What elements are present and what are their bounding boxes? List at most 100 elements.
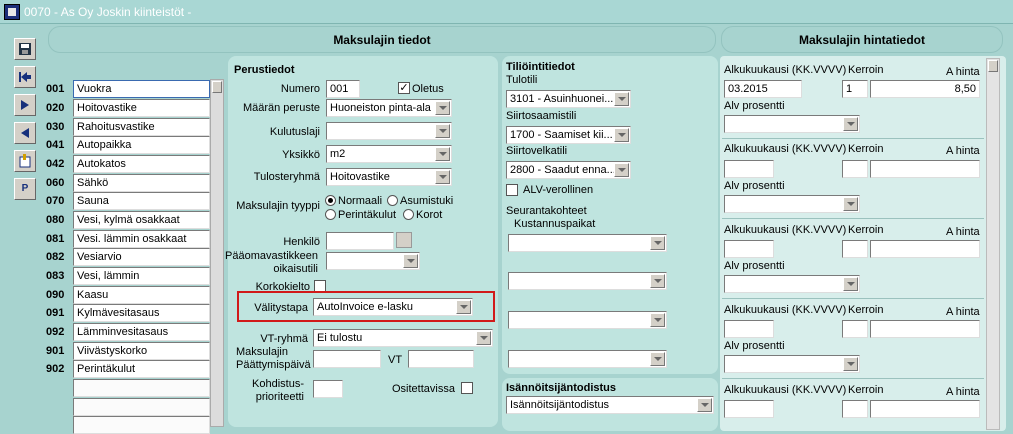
- seuranta-select-2[interactable]: [508, 272, 667, 290]
- scroll-up-icon[interactable]: [988, 60, 998, 72]
- list-item-empty[interactable]: [73, 398, 210, 416]
- kerroin-input[interactable]: [842, 320, 868, 338]
- list-item-empty[interactable]: [73, 379, 210, 397]
- list-code: 902: [46, 363, 65, 375]
- chevron-down-icon[interactable]: [403, 254, 418, 268]
- chevron-down-icon[interactable]: [843, 357, 858, 371]
- chevron-down-icon[interactable]: [476, 331, 491, 345]
- list-item[interactable]: Hoitovastike: [73, 99, 210, 117]
- list-item[interactable]: Sauna: [73, 192, 210, 210]
- p-button[interactable]: P: [14, 178, 36, 200]
- kerroin-input[interactable]: [842, 240, 868, 258]
- chevron-down-icon[interactable]: [697, 398, 712, 412]
- oletus-checkbox[interactable]: ✓: [398, 82, 410, 94]
- alv-prosentti-select[interactable]: [724, 195, 860, 213]
- alv-prosentti-select[interactable]: [724, 275, 860, 293]
- ahinta-input[interactable]: [870, 160, 980, 178]
- tulosteryhma-select[interactable]: Hoitovastike: [326, 168, 452, 186]
- paaoma-label-2: oikaisutili: [273, 263, 318, 275]
- ahinta-input[interactable]: 8,50: [870, 80, 980, 98]
- chevron-down-icon[interactable]: [650, 274, 665, 288]
- kerroin-input[interactable]: [842, 400, 868, 418]
- alv-prosentti-select[interactable]: [724, 115, 860, 133]
- radio-normaali-label: Normaali: [338, 195, 383, 207]
- maaran-peruste-label: Määrän peruste: [242, 102, 320, 114]
- list-item[interactable]: Lämminvesitasaus: [73, 323, 210, 341]
- alku-input[interactable]: [724, 400, 774, 418]
- radio-korot[interactable]: [403, 209, 414, 220]
- ositettavissa-checkbox[interactable]: [461, 382, 473, 394]
- chevron-down-icon[interactable]: [843, 117, 858, 131]
- henkilo-lookup-icon[interactable]: [396, 232, 412, 248]
- yksikko-select[interactable]: m2: [326, 145, 452, 163]
- radio-normaali[interactable]: [325, 195, 336, 206]
- seuranta-select-1[interactable]: [508, 234, 667, 252]
- list-item[interactable]: Viivästyskorko: [73, 342, 210, 360]
- chevron-down-icon[interactable]: [650, 352, 665, 366]
- tulotili-select[interactable]: 3101 - Asuinhuonei...: [506, 90, 631, 108]
- chevron-down-icon[interactable]: [614, 92, 629, 106]
- alv-checkbox[interactable]: [506, 184, 518, 196]
- numero-input[interactable]: 001: [326, 80, 360, 98]
- list-item[interactable]: Kylmävesitasaus: [73, 304, 210, 322]
- list-item-empty[interactable]: [73, 416, 210, 434]
- list-item[interactable]: Perintäkulut: [73, 360, 210, 378]
- henkilo-input[interactable]: [326, 232, 394, 250]
- alku-input[interactable]: [724, 240, 774, 258]
- list-item[interactable]: Vesi, kylmä osakkaat: [73, 211, 210, 229]
- radio-perintakulut[interactable]: [325, 209, 336, 220]
- alku-input[interactable]: [724, 320, 774, 338]
- kerroin-input[interactable]: [842, 160, 868, 178]
- siirtosaamistili-label: Siirtosaamistili: [506, 110, 577, 122]
- ahinta-input[interactable]: [870, 320, 980, 338]
- ahinta-input[interactable]: [870, 400, 980, 418]
- certificate-select[interactable]: Isännöitsijäntodistus: [506, 396, 714, 414]
- alv-prosentti-select[interactable]: [724, 355, 860, 373]
- scroll-up-icon[interactable]: [212, 81, 222, 93]
- chevron-down-icon[interactable]: [435, 170, 450, 184]
- paaoma-select[interactable]: [326, 252, 420, 270]
- list-item[interactable]: Vesi, lämmin: [73, 267, 210, 285]
- kulutuslaji-select[interactable]: [326, 122, 452, 140]
- list-item[interactable]: Vesi. lämmin osakkaat: [73, 230, 210, 248]
- chevron-down-icon[interactable]: [456, 300, 471, 314]
- chevron-down-icon[interactable]: [435, 101, 450, 115]
- radio-asumistuki[interactable]: [387, 195, 398, 206]
- maaran-peruste-select[interactable]: Huoneiston pinta-ala: [326, 99, 452, 117]
- save-icon[interactable]: [14, 38, 36, 60]
- first-record-icon[interactable]: [14, 66, 36, 88]
- chevron-down-icon[interactable]: [650, 236, 665, 250]
- list-item[interactable]: Rahoitusvastike: [73, 118, 210, 136]
- list-item[interactable]: Autokatos: [73, 155, 210, 173]
- kohdistus-input[interactable]: [313, 380, 343, 398]
- previous-record-icon[interactable]: [14, 122, 36, 144]
- chevron-down-icon[interactable]: [435, 124, 450, 138]
- chevron-down-icon[interactable]: [614, 163, 629, 177]
- price-scrollbar[interactable]: [986, 58, 1000, 430]
- list-item[interactable]: Vesiarvio: [73, 248, 210, 266]
- paattymispaiva-input[interactable]: [313, 350, 381, 368]
- valitystapa-select[interactable]: AutoInvoice e-lasku: [313, 298, 473, 316]
- maksulajin-tyyppi-label: Maksulajin tyyppi: [236, 200, 320, 212]
- list-item[interactable]: Autopaikka: [73, 136, 210, 154]
- list-item[interactable]: Vuokra: [73, 80, 210, 98]
- new-record-icon[interactable]: [14, 150, 36, 172]
- ahinta-input[interactable]: [870, 240, 980, 258]
- chevron-down-icon[interactable]: [614, 128, 629, 142]
- seuranta-select-4[interactable]: [508, 350, 667, 368]
- kerroin-input[interactable]: 1: [842, 80, 868, 98]
- chevron-down-icon[interactable]: [435, 147, 450, 161]
- chevron-down-icon[interactable]: [843, 197, 858, 211]
- vt-ryhma-select[interactable]: Ei tulostu: [313, 329, 493, 347]
- alku-input[interactable]: [724, 160, 774, 178]
- siirtovelkatili-select[interactable]: 2800 - Saadut enna...: [506, 161, 631, 179]
- alku-input[interactable]: 03.2015: [724, 80, 802, 98]
- seuranta-select-3[interactable]: [508, 311, 667, 329]
- list-item[interactable]: Sähkö: [73, 174, 210, 192]
- next-record-icon[interactable]: [14, 94, 36, 116]
- siirtosaamistili-select[interactable]: 1700 - Saamiset kii...: [506, 126, 631, 144]
- chevron-down-icon[interactable]: [843, 277, 858, 291]
- list-item[interactable]: Kaasu: [73, 286, 210, 304]
- chevron-down-icon[interactable]: [650, 313, 665, 327]
- vt-input[interactable]: [408, 350, 474, 368]
